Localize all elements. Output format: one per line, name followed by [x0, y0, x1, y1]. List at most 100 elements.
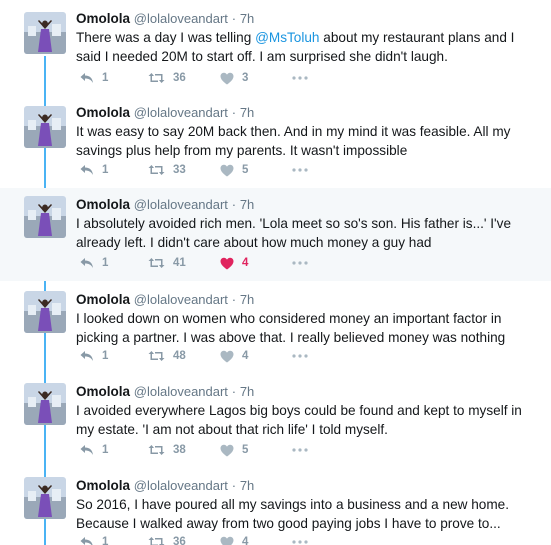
separator-dot: ·: [231, 11, 237, 26]
retweet-button[interactable]: 36: [148, 72, 186, 84]
reply-button[interactable]: 1: [80, 72, 108, 84]
like-icon: [220, 444, 234, 457]
retweet-button[interactable]: 36: [148, 536, 186, 545]
tweet[interactable]: Omolola @lolaloveandart · 7h I avoided e…: [0, 375, 551, 468]
separator-dot: ·: [231, 197, 237, 212]
retweet-icon: [148, 536, 165, 545]
like-button[interactable]: 5: [220, 164, 248, 177]
like-button[interactable]: 3: [220, 72, 248, 85]
more-button[interactable]: [292, 448, 308, 452]
tweet[interactable]: Omolola @lolaloveandart · 7h I looked do…: [0, 281, 551, 375]
avatar[interactable]: [24, 106, 66, 148]
reply-icon: [80, 536, 94, 545]
author-handle[interactable]: @lolaloveandart: [134, 292, 228, 307]
author-name[interactable]: Omolola: [76, 197, 130, 212]
like-button[interactable]: 4: [220, 536, 248, 545]
like-count: 5: [242, 164, 249, 176]
tweet-text: I looked down on women who considered mo…: [76, 311, 506, 345]
tweet-text: There was a day I was telling @MsToluh a…: [76, 28, 539, 66]
timestamp[interactable]: 7h: [240, 105, 254, 120]
retweet-count: 41: [173, 257, 186, 269]
like-button[interactable]: 4: [220, 257, 248, 270]
like-count: 4: [242, 350, 249, 362]
like-icon: [220, 257, 234, 270]
more-button[interactable]: [292, 168, 308, 172]
reply-icon: [80, 350, 94, 362]
like-count: 4: [242, 536, 249, 545]
more-icon: [292, 448, 308, 452]
like-count: 5: [242, 444, 249, 456]
retweet-button[interactable]: 41: [148, 257, 186, 269]
tweet-text: It was easy to say 20M back then. And in…: [76, 124, 511, 158]
more-button[interactable]: [292, 354, 308, 358]
reply-button[interactable]: 1: [80, 164, 108, 176]
reply-button[interactable]: 1: [80, 350, 108, 362]
separator-dot: ·: [231, 478, 237, 493]
tweet-text: I avoided everywhere Lagos big boys coul…: [76, 403, 522, 437]
more-button[interactable]: [292, 540, 308, 544]
tweet[interactable]: Omolola @lolaloveandart · 7h It was easy…: [0, 92, 551, 188]
reply-icon: [80, 444, 94, 456]
avatar[interactable]: [24, 291, 66, 333]
author-handle[interactable]: @lolaloveandart: [134, 384, 228, 399]
tweet[interactable]: Omolola @lolaloveandart · 7h I absolutel…: [0, 188, 551, 281]
more-icon: [292, 540, 308, 544]
author-name[interactable]: Omolola: [76, 11, 130, 26]
like-count: 3: [242, 72, 249, 84]
reply-icon: [80, 164, 94, 176]
avatar[interactable]: [24, 12, 66, 54]
reply-button[interactable]: 1: [80, 257, 108, 269]
separator-dot: ·: [231, 384, 237, 399]
reply-icon: [80, 72, 94, 84]
retweet-button[interactable]: 38: [148, 444, 186, 456]
separator-dot: ·: [231, 292, 237, 307]
avatar[interactable]: [24, 477, 66, 519]
more-button[interactable]: [292, 76, 308, 80]
reply-count: 1: [102, 164, 109, 176]
timestamp[interactable]: 7h: [240, 478, 254, 493]
avatar[interactable]: [24, 383, 66, 425]
reply-count: 1: [102, 72, 109, 84]
more-icon: [292, 354, 308, 358]
author-name[interactable]: Omolola: [76, 478, 130, 493]
retweet-icon: [148, 164, 165, 176]
retweet-button[interactable]: 33: [148, 164, 186, 176]
like-button[interactable]: 4: [220, 350, 248, 363]
tweet-thread: Omolola @lolaloveandart · 7h There was a…: [0, 0, 551, 545]
reply-button[interactable]: 1: [80, 444, 108, 456]
author-name[interactable]: Omolola: [76, 384, 130, 399]
reply-count: 1: [102, 257, 109, 269]
like-icon: [220, 536, 234, 545]
retweet-count: 38: [173, 444, 186, 456]
author-handle[interactable]: @lolaloveandart: [134, 478, 228, 493]
timestamp[interactable]: 7h: [240, 292, 254, 307]
more-button[interactable]: [292, 261, 308, 265]
timestamp[interactable]: 7h: [240, 11, 254, 26]
reply-button[interactable]: 1: [80, 536, 108, 545]
reply-icon: [80, 257, 94, 269]
author-handle[interactable]: @lolaloveandart: [134, 105, 228, 120]
tweet-text: I absolutely avoided rich men. 'Lola mee…: [76, 216, 512, 250]
tweet[interactable]: Omolola @lolaloveandart · 7h There was a…: [0, 0, 551, 92]
timestamp[interactable]: 7h: [240, 197, 254, 212]
author-name[interactable]: Omolola: [76, 292, 130, 307]
like-button[interactable]: 5: [220, 444, 248, 457]
timestamp[interactable]: 7h: [240, 384, 254, 399]
retweet-button[interactable]: 48: [148, 350, 186, 362]
avatar[interactable]: [24, 196, 66, 238]
like-icon: [220, 72, 234, 85]
author-handle[interactable]: @lolaloveandart: [134, 197, 228, 212]
mention-link[interactable]: @MsToluh: [255, 30, 319, 45]
tweet-text: So 2016, I have poured all my savings in…: [76, 497, 510, 531]
retweet-count: 33: [173, 164, 186, 176]
tweet-text-part: There was a day I was telling: [76, 30, 256, 45]
more-icon: [292, 261, 308, 265]
reply-count: 1: [102, 444, 109, 456]
author-name[interactable]: Omolola: [76, 105, 130, 120]
retweet-icon: [148, 350, 165, 362]
like-icon: [220, 350, 234, 363]
tweet[interactable]: Omolola @lolaloveandart · 7h So 2016, I …: [0, 468, 551, 545]
author-handle[interactable]: @lolaloveandart: [134, 11, 228, 26]
like-icon: [220, 164, 234, 177]
more-icon: [292, 76, 308, 80]
